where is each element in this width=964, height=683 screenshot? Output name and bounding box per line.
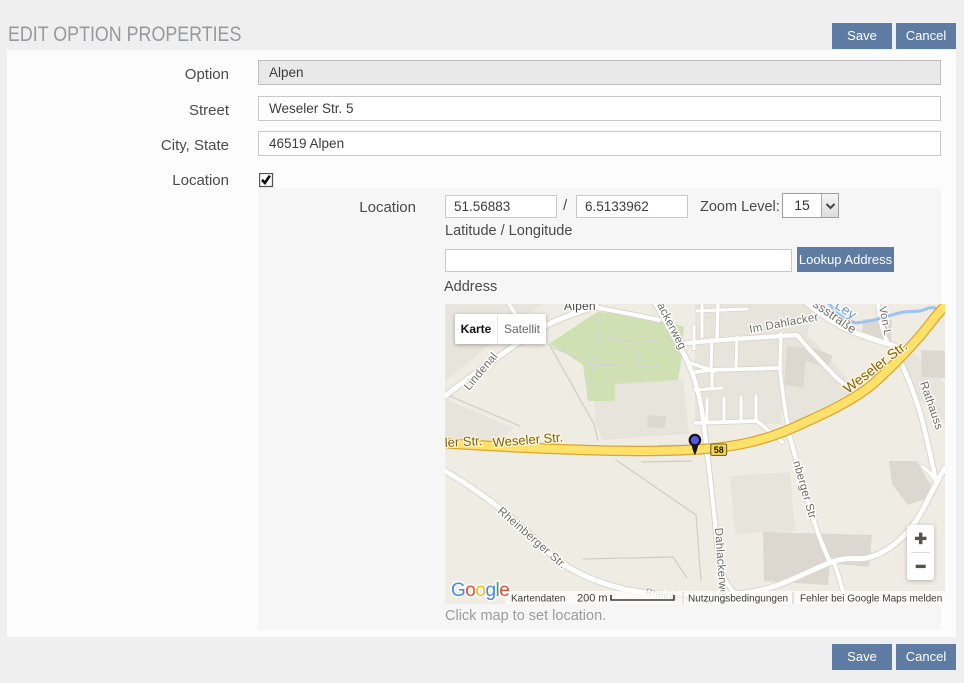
svg-text:Kartendaten: Kartendaten	[511, 594, 566, 605]
svg-text:Google: Google	[451, 580, 509, 601]
svg-text:58: 58	[714, 445, 724, 455]
svg-text:Nutzungsbedingungen: Nutzungsbedingungen	[688, 594, 788, 605]
svg-text:ler Str.: ler Str.	[445, 433, 483, 450]
svg-text:Fehler bei Google Maps melden: Fehler bei Google Maps melden	[800, 594, 942, 605]
svg-text:Alpen: Alpen	[564, 304, 596, 313]
svg-text:200 m: 200 m	[577, 593, 608, 605]
